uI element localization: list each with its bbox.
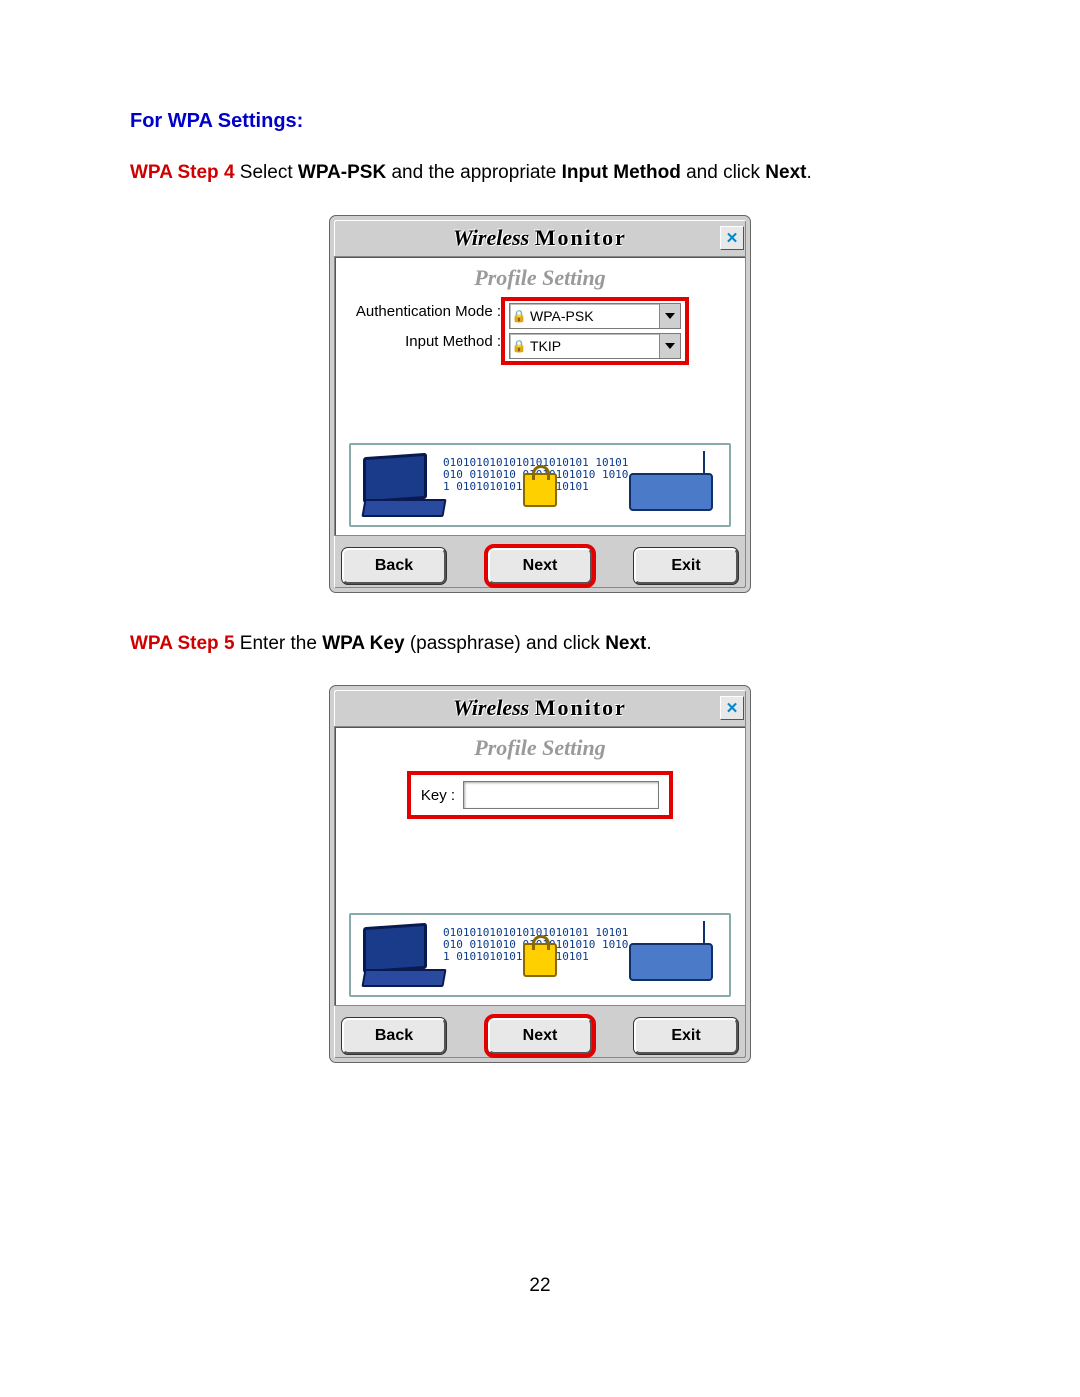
button-row: Back Next Exit bbox=[334, 1012, 746, 1058]
illustration: 0101010101010101010101 10101010 0101010 … bbox=[349, 443, 731, 527]
dialog-1: Wireless Monitor ✕ Profile Setting Authe… bbox=[330, 216, 750, 592]
manual-page: For WPA Settings: WPA Step 4 Select WPA-… bbox=[0, 0, 1080, 1397]
key-label: Key : bbox=[421, 787, 455, 804]
auth-mode-value: WPA-PSK bbox=[528, 308, 659, 324]
router-icon bbox=[629, 943, 713, 981]
lock-icon: 🔒 bbox=[510, 339, 528, 353]
input-method-combo[interactable]: 🔒 TKIP bbox=[509, 333, 681, 359]
back-button[interactable]: Back bbox=[342, 548, 446, 584]
exit-button[interactable]: Exit bbox=[634, 548, 738, 584]
dialog-subhead: Profile Setting bbox=[343, 265, 737, 291]
titlebar: Wireless Monitor ✕ bbox=[334, 690, 746, 726]
lock-icon: 🔒 bbox=[510, 309, 528, 323]
step5-tag: WPA Step 5 bbox=[130, 633, 235, 654]
page-number: 22 bbox=[0, 1275, 1080, 1297]
back-button[interactable]: Back bbox=[342, 1018, 446, 1054]
padlock-icon bbox=[523, 473, 557, 507]
app-title: Wireless Monitor bbox=[453, 695, 627, 721]
step5-instruction: WPA Step 5 Enter the WPA Key (passphrase… bbox=[130, 632, 950, 657]
input-method-label: Input Method : bbox=[343, 327, 501, 357]
titlebar: Wireless Monitor ✕ bbox=[334, 220, 746, 256]
key-input[interactable] bbox=[463, 781, 659, 809]
router-icon bbox=[629, 473, 713, 511]
auth-mode-label: Authentication Mode : bbox=[343, 297, 501, 327]
next-button[interactable]: Next bbox=[488, 548, 592, 584]
chevron-down-icon[interactable] bbox=[659, 304, 680, 328]
dialog-2: Wireless Monitor ✕ Profile Setting Key : bbox=[330, 686, 750, 1062]
app-title: Wireless Monitor bbox=[453, 225, 627, 251]
step4-instruction: WPA Step 4 Select WPA-PSK and the approp… bbox=[130, 161, 950, 186]
highlight-combos: 🔒 WPA-PSK 🔒 TKIP bbox=[501, 297, 689, 365]
exit-button[interactable]: Exit bbox=[634, 1018, 738, 1054]
illustration: 0101010101010101010101 10101010 0101010 … bbox=[349, 913, 731, 997]
section-title: For WPA Settings: bbox=[130, 110, 950, 133]
input-method-value: TKIP bbox=[528, 338, 659, 354]
laptop-icon bbox=[363, 925, 441, 981]
auth-mode-combo[interactable]: 🔒 WPA-PSK bbox=[509, 303, 681, 329]
next-button[interactable]: Next bbox=[488, 1018, 592, 1054]
step4-tag: WPA Step 4 bbox=[130, 162, 235, 183]
button-row: Back Next Exit bbox=[334, 542, 746, 588]
close-button[interactable]: ✕ bbox=[720, 696, 744, 720]
laptop-icon bbox=[363, 455, 441, 511]
close-button[interactable]: ✕ bbox=[720, 226, 744, 250]
highlight-key-row: Key : bbox=[407, 771, 673, 819]
chevron-down-icon[interactable] bbox=[659, 334, 680, 358]
padlock-icon bbox=[523, 943, 557, 977]
dialog-subhead: Profile Setting bbox=[343, 735, 737, 761]
